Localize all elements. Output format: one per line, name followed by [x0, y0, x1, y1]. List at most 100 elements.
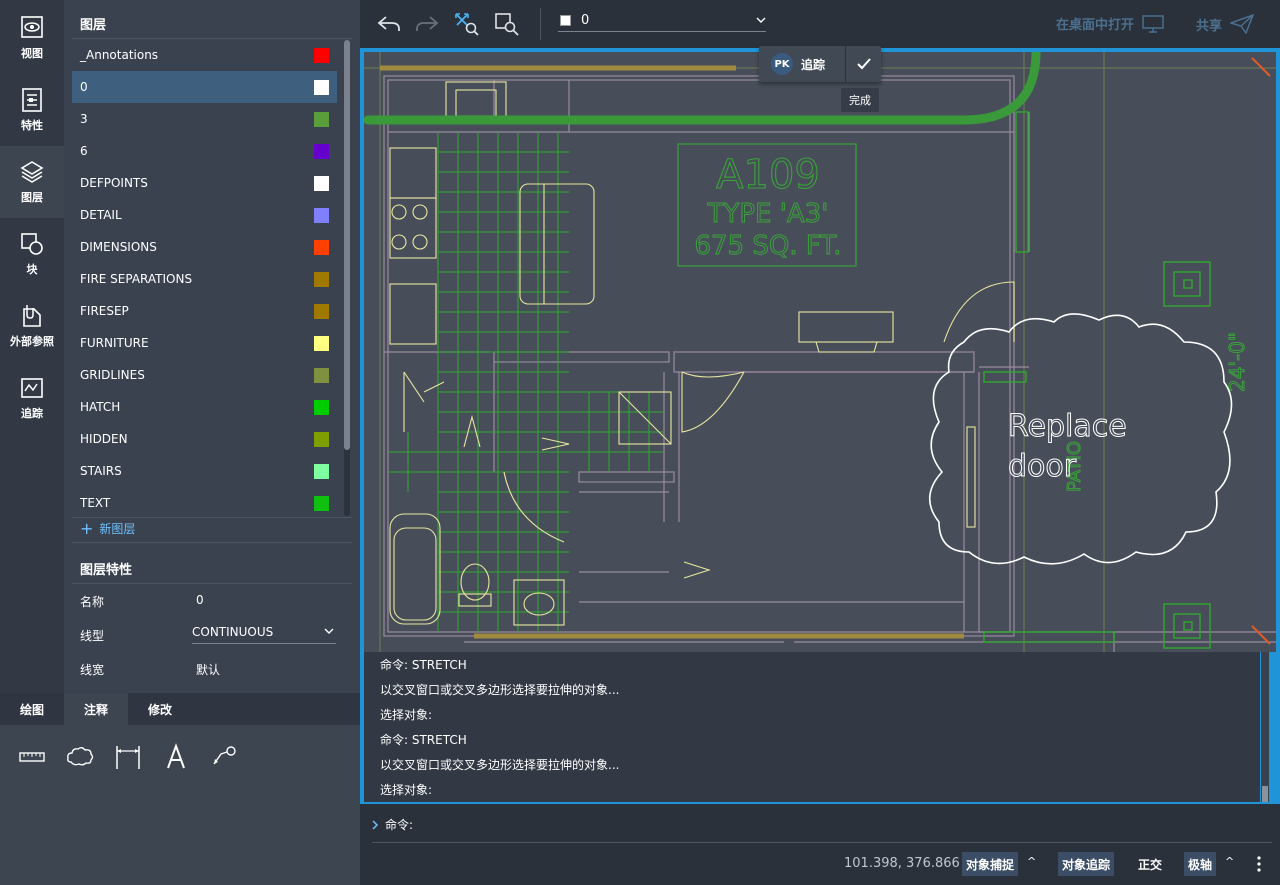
drawing-canvas[interactable]: A109 TYPE 'A3' 675 SQ. FT. 24'-0" PATIO … [364, 52, 1276, 652]
rail-item-xrefs[interactable]: 外部参照 [0, 290, 64, 362]
plus-icon: + [80, 518, 94, 538]
zoom-window-button[interactable] [492, 10, 522, 38]
block-icon [21, 233, 43, 255]
redo-button[interactable] [412, 10, 442, 38]
text-button[interactable] [158, 739, 194, 775]
layer-name: TEXT [80, 496, 111, 510]
revision-cloud-button[interactable] [62, 739, 98, 775]
toolbar-divider [540, 8, 541, 40]
avatar: PK [771, 53, 793, 75]
done-button[interactable] [845, 46, 881, 82]
divider [72, 583, 352, 584]
checkmark-icon [856, 58, 871, 70]
top-toolbar: 0 在桌面中打开 共享 [360, 0, 1280, 48]
undo-button[interactable] [374, 10, 404, 38]
layer-row[interactable]: 3 [72, 103, 337, 135]
properties-icon [22, 88, 42, 112]
name-value: 0 [196, 593, 204, 607]
command-line[interactable]: 命令: [360, 808, 1280, 844]
dimension-button[interactable] [110, 739, 146, 775]
layer-row[interactable]: _Annotations [72, 39, 337, 71]
ortho-toggle[interactable]: 正交 [1134, 852, 1166, 876]
layer-name: HATCH [80, 400, 121, 414]
divider [72, 542, 352, 543]
layer-color-swatch[interactable] [314, 432, 329, 447]
object-snap-toggle[interactable]: 对象捕捉 [962, 852, 1019, 876]
zoom-extents-button[interactable] [452, 10, 482, 38]
layer-row[interactable]: 6 [72, 135, 337, 167]
layer-row[interactable]: HIDDEN [72, 423, 337, 455]
rail-label-layers: 图层 [21, 191, 43, 204]
current-layer-dropdown[interactable]: 0 [558, 10, 766, 32]
chevron-up-icon[interactable]: ^ [1225, 855, 1234, 868]
current-layer-name: 0 [581, 13, 590, 28]
tab-draw[interactable]: 绘图 [0, 693, 64, 725]
layer-row[interactable]: DIMENSIONS [72, 231, 337, 263]
new-layer-button[interactable]: + 新图层 [80, 520, 135, 537]
scrollbar-thumb[interactable] [1262, 786, 1268, 802]
layer-row[interactable]: HATCH [72, 391, 337, 423]
rail-item-view[interactable]: 视图 [0, 2, 64, 74]
linetype-select[interactable]: CONTINUOUS [192, 620, 336, 644]
tracking-label: 追踪 [801, 57, 826, 72]
layer-color-swatch[interactable] [314, 48, 329, 63]
layers-panel: 图层 _Annotations 0 3 6 DEFPOINTS DETAIL DIMENSI… [64, 0, 360, 693]
more-icon[interactable] [1256, 855, 1262, 873]
layer-color-swatch[interactable] [314, 368, 329, 383]
layer-name: GRIDLINES [80, 368, 145, 382]
layer-name: HIDDEN [80, 432, 128, 446]
layer-color-swatch[interactable] [314, 400, 329, 415]
rail-item-properties[interactable]: 特性 [0, 74, 64, 146]
chevron-up-icon[interactable]: ^ [1027, 855, 1036, 868]
layer-row[interactable]: FIRESEP [72, 295, 337, 327]
scrollbar-thumb[interactable] [344, 40, 350, 450]
layer-color-swatch[interactable] [314, 240, 329, 255]
layer-row[interactable]: 0 [72, 71, 337, 103]
tab-modify[interactable]: 修改 [128, 693, 192, 725]
tool-tabs: 绘图 注释 修改 [0, 693, 360, 725]
layer-color-swatch[interactable] [314, 112, 329, 127]
rail-item-layers[interactable]: 图层 [0, 146, 64, 218]
divider [72, 517, 352, 518]
rail-item-blocks[interactable]: 块 [0, 218, 64, 290]
measure-button[interactable] [14, 739, 50, 775]
layer-color-swatch[interactable] [314, 176, 329, 191]
command-history-line: 选择对象: [380, 783, 433, 797]
share-button[interactable]: 共享 [1196, 14, 1255, 34]
layer-color-swatch[interactable] [314, 496, 329, 511]
layer-color-swatch[interactable] [314, 144, 329, 159]
leader-button[interactable] [206, 739, 242, 775]
layer-color-swatch[interactable] [314, 208, 329, 223]
layer-color-swatch[interactable] [314, 336, 329, 351]
cloud-note-line2: door [1008, 449, 1077, 484]
command-underline [372, 842, 1272, 843]
cursor-coordinates: 101.398, 376.866 [844, 856, 960, 871]
rail-item-trace[interactable]: 追踪 [0, 362, 64, 434]
cloud-note-line1: Replace [1008, 409, 1127, 444]
layer-row[interactable]: TEXT [72, 487, 337, 519]
layer-row[interactable]: STAIRS [72, 455, 337, 487]
layer-row[interactable]: GRIDLINES [72, 359, 337, 391]
layer-name: FIRE SEPARATIONS [80, 272, 193, 286]
layer-color-swatch[interactable] [314, 464, 329, 479]
layer-name: DETAIL [80, 208, 122, 222]
layer-row[interactable]: DEFPOINTS [72, 167, 337, 199]
layer-row[interactable]: FIRE SEPARATIONS [72, 263, 337, 295]
layer-row[interactable]: FURNITURE [72, 327, 337, 359]
command-history-line: 选择对象: [380, 708, 433, 722]
layer-row[interactable]: DETAIL [72, 199, 337, 231]
command-history-scrollbar[interactable] [1261, 652, 1269, 802]
monitor-icon [1142, 14, 1164, 33]
room-area-text: 675 SQ. FT. [695, 231, 842, 261]
command-input[interactable]: 命令: [372, 816, 413, 833]
undo-icon [377, 16, 400, 31]
layer-list-scrollbar[interactable] [344, 40, 350, 516]
open-in-desktop-button[interactable]: 在桌面中打开 [1056, 14, 1164, 33]
layer-color-swatch[interactable] [314, 304, 329, 319]
polar-toggle[interactable]: 极轴 [1184, 852, 1217, 876]
layer-color-swatch[interactable] [314, 80, 329, 95]
object-tracking-toggle[interactable]: 对象追踪 [1058, 852, 1115, 876]
tab-annotate[interactable]: 注释 [64, 693, 128, 725]
linetype-value: CONTINUOUS [192, 624, 274, 639]
layer-color-swatch[interactable] [314, 272, 329, 287]
